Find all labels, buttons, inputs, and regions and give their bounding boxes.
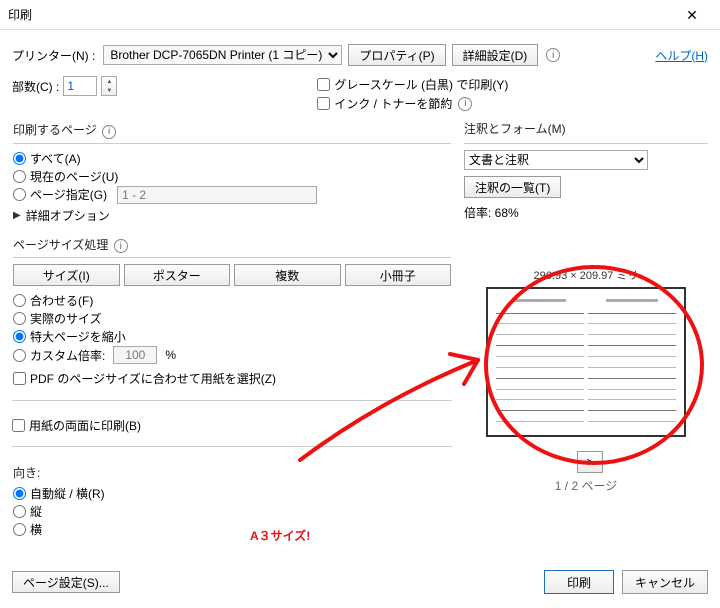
radio-fit[interactable]: 合わせる(F) [13, 292, 451, 309]
multiple-button[interactable]: 複数 [234, 264, 341, 286]
radio-actual[interactable]: 実際のサイズ [13, 310, 451, 327]
orientation-group: 向き: 自動縦 / 横(R) 縦 横 [12, 463, 452, 540]
info-icon[interactable]: i [114, 239, 128, 253]
size-button[interactable]: サイズ(I) [13, 264, 120, 286]
radio-orient-portrait[interactable]: 縦 [13, 503, 451, 520]
window-title: 印刷 [8, 6, 672, 23]
cancel-button[interactable]: キャンセル [622, 570, 708, 594]
copies-input[interactable] [63, 76, 97, 96]
preview-dimensions: 296.93 × 209.97 ミリ [534, 267, 639, 283]
detail-options-toggle[interactable]: ▶詳細オプション [13, 207, 451, 224]
page-range-input[interactable] [117, 186, 317, 204]
info-icon[interactable]: i [546, 48, 560, 62]
close-icon[interactable]: ✕ [672, 0, 712, 30]
preview: 296.93 × 209.97 ミリ > 1 / 2 ページ [464, 267, 708, 494]
radio-orient-auto[interactable]: 自動縦 / 横(R) [13, 485, 451, 502]
radio-all[interactable]: すべて(A) [13, 150, 451, 167]
preview-page [486, 287, 686, 437]
grayscale-check[interactable]: グレースケール (白黒) で印刷(Y) [317, 76, 508, 93]
comments-label: 注釈とフォーム(M) [464, 120, 708, 137]
custom-scale-input[interactable] [113, 346, 157, 364]
radio-orient-landscape[interactable]: 横 [13, 521, 451, 538]
save-ink-check[interactable]: インク / トナーを節約 i [317, 95, 508, 112]
scale-display: 倍率: 68% [464, 204, 708, 221]
booklet-button[interactable]: 小冊子 [345, 264, 452, 286]
radio-custom[interactable]: カスタム倍率: [13, 347, 105, 364]
printer-select[interactable]: Brother DCP-7065DN Printer (1 コピー) [103, 45, 342, 65]
properties-button[interactable]: プロパティ(P) [348, 44, 445, 66]
comments-select[interactable]: 文書と注釈 [464, 150, 648, 170]
footer: ページ設定(S)... 印刷 キャンセル [0, 562, 720, 608]
copies-label: 部数(C) : [12, 78, 59, 95]
poster-button[interactable]: ポスター [124, 264, 231, 286]
copies-spinner[interactable]: ▲▼ [101, 76, 117, 96]
printer-label: プリンター(N) : [12, 47, 95, 64]
advanced-button[interactable]: 詳細設定(D) [452, 44, 539, 66]
info-icon[interactable]: i [102, 125, 116, 139]
help-link[interactable]: ヘルプ(H) [655, 47, 708, 64]
comments-list-button[interactable]: 注釈の一覧(T) [464, 176, 561, 198]
radio-pages[interactable]: ページ指定(G) [13, 186, 107, 203]
chevron-right-icon: ▶ [13, 210, 21, 221]
radio-current[interactable]: 現在のページ(U) [13, 168, 451, 185]
title-bar: 印刷 ✕ [0, 0, 720, 30]
radio-shrink[interactable]: 特大ページを縮小 [13, 328, 451, 345]
next-page-button[interactable]: > [577, 451, 603, 473]
printer-row: プリンター(N) : Brother DCP-7065DN Printer (1… [0, 30, 720, 70]
pages-group: 印刷するページ i すべて(A) 現在のページ(U) ページ指定(G) ▶詳細オ… [12, 120, 452, 225]
duplex-check[interactable]: 用紙の両面に印刷(B) [12, 417, 452, 434]
info-icon[interactable]: i [458, 97, 472, 111]
copies-row: 部数(C) : ▲▼ グレースケール (白黒) で印刷(Y) インク / トナー… [0, 70, 720, 120]
page-indicator: 1 / 2 ページ [555, 477, 617, 494]
page-setup-button[interactable]: ページ設定(S)... [12, 571, 120, 593]
size-group: ページサイズ処理 i サイズ(I) ポスター 複数 小冊子 合わせる(F) 実際… [12, 235, 452, 389]
print-button[interactable]: 印刷 [544, 570, 614, 594]
pdf-size-check[interactable]: PDF のページサイズに合わせて用紙を選択(Z) [13, 370, 451, 387]
